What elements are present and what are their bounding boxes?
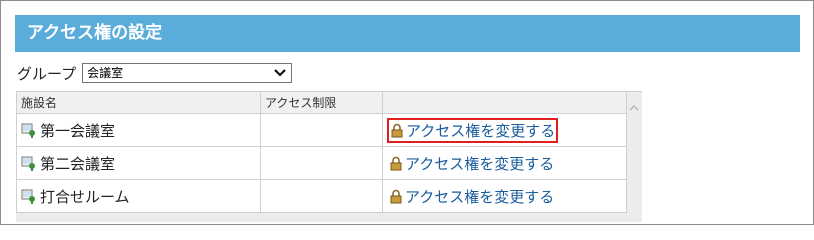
change-access-link-label: アクセス権を変更する	[405, 154, 555, 173]
facility-icon	[21, 156, 35, 171]
change-access-link[interactable]: アクセス権を変更する	[387, 117, 559, 143]
column-header-action	[382, 92, 627, 114]
facility-table: 施設名 アクセス制限 第一会議室 アクセス権を変更する 第二会議室 アクセス権を…	[16, 92, 627, 213]
group-select-value: 会議室	[87, 66, 124, 80]
column-header-restriction: アクセス制限	[260, 92, 383, 114]
group-selector-row: グループ 会議室	[17, 62, 293, 84]
change-access-link[interactable]: アクセス権を変更する	[387, 185, 556, 208]
table-row: 打合せルーム アクセス権を変更する	[16, 179, 627, 213]
group-select[interactable]: 会議室	[82, 63, 293, 83]
table-header-row: 施設名 アクセス制限	[16, 92, 627, 114]
facility-name-cell: 第一会議室	[16, 113, 261, 147]
facility-icon	[21, 189, 35, 204]
facility-icon	[21, 123, 35, 138]
lock-icon	[391, 123, 403, 137]
change-access-link[interactable]: アクセス権を変更する	[387, 152, 556, 175]
table-row: 第一会議室 アクセス権を変更する	[16, 113, 627, 147]
change-access-link-label: アクセス権を変更する	[405, 187, 555, 206]
facility-name-cell: 第二会議室	[16, 146, 261, 180]
restriction-cell	[260, 113, 383, 147]
action-cell: アクセス権を変更する	[382, 146, 627, 180]
facility-name: 第一会議室	[40, 121, 116, 140]
facility-table-container: 施設名 アクセス制限 第一会議室 アクセス権を変更する 第二会議室 アクセス権を…	[16, 91, 642, 222]
lock-icon	[390, 156, 402, 170]
window-frame: アクセス権の設定 グループ 会議室 施設名 アクセス制限 第一会議室 アクセス権…	[0, 0, 814, 225]
chevron-down-icon	[274, 69, 286, 77]
change-access-link-label: アクセス権を変更する	[406, 121, 556, 140]
page-title: アクセス権の設定	[15, 15, 800, 52]
facility-name: 第二会議室	[40, 154, 116, 173]
column-header-facility: 施設名	[16, 92, 261, 114]
group-label: グループ	[17, 64, 77, 83]
action-cell: アクセス権を変更する	[382, 113, 627, 147]
table-row: 第二会議室 アクセス権を変更する	[16, 146, 627, 180]
action-cell: アクセス権を変更する	[382, 179, 627, 213]
lock-icon	[390, 189, 402, 203]
chevron-up-icon[interactable]	[627, 102, 641, 114]
restriction-cell	[260, 146, 383, 180]
facility-name: 打合せルーム	[40, 187, 130, 206]
restriction-cell	[260, 179, 383, 213]
facility-name-cell: 打合せルーム	[16, 179, 261, 213]
